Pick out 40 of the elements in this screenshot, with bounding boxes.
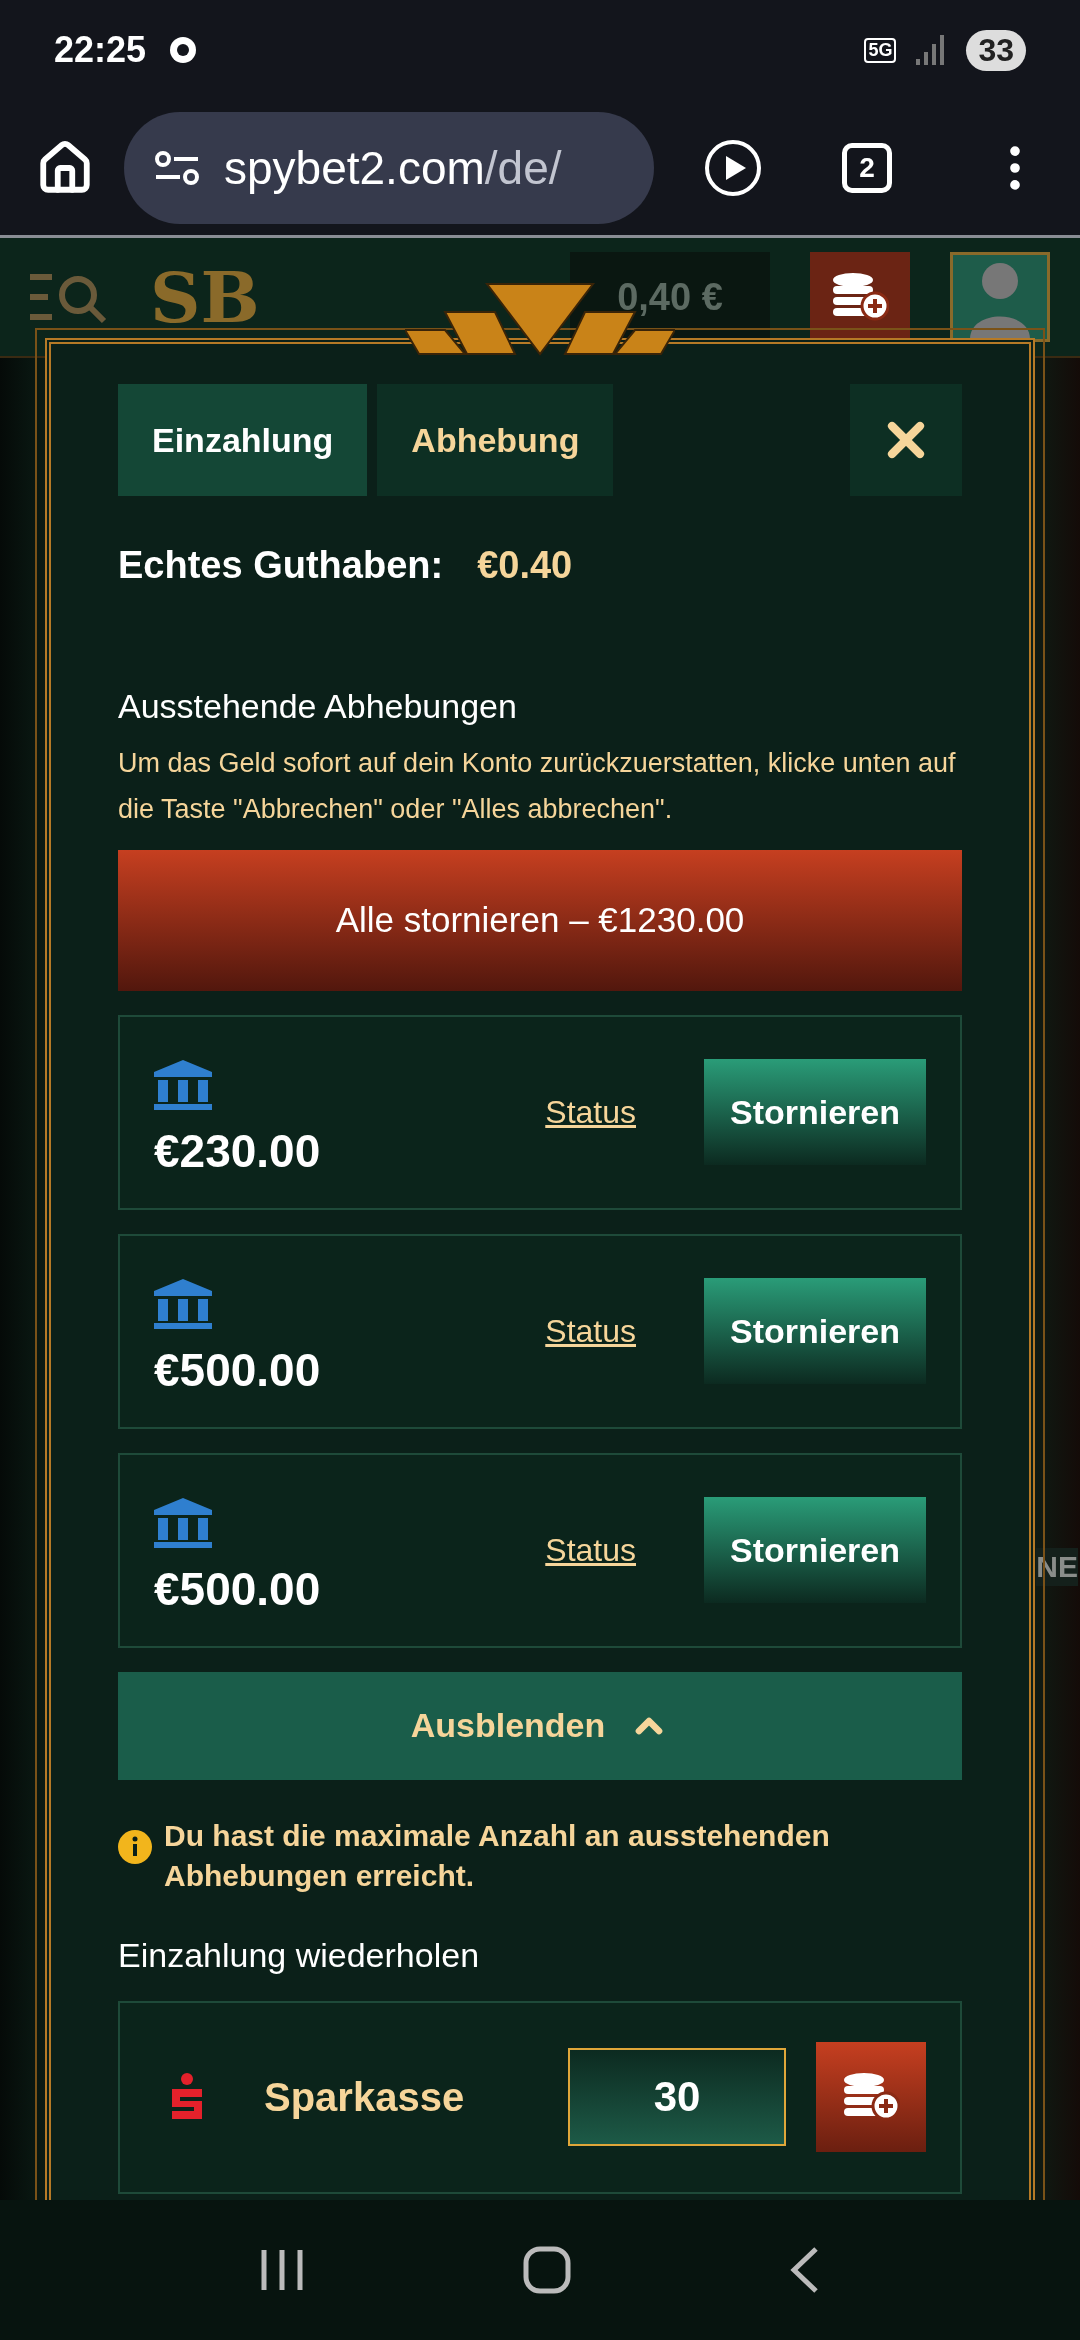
section-title: Ausstehende Abhebungen: [118, 687, 518, 726]
section-title: Einzahlung wiederholen: [118, 1935, 481, 1975]
balance-label: Echtes Guthaben:: [118, 544, 444, 587]
cancel-button[interactable]: Stornieren: [704, 1497, 926, 1604]
info-icon: [118, 1829, 152, 1864]
bank-icon: [154, 1498, 212, 1549]
bank-icon: [154, 1279, 212, 1330]
bank-logo-icon: [170, 2073, 204, 2122]
signal-icon: [916, 35, 947, 65]
battery-level: 33: [966, 29, 1026, 71]
coins-plus-icon: [831, 272, 889, 322]
deposit-button[interactable]: [816, 2042, 926, 2153]
withdrawal-amount: €500.00: [154, 1343, 322, 1398]
network-label: 5G: [864, 37, 897, 63]
tab-count[interactable]: 2: [842, 142, 892, 193]
address-bar[interactable]: spybet2.com/de/: [124, 111, 654, 224]
status-link[interactable]: Status: [545, 1531, 636, 1569]
browser-app-icon: [168, 35, 199, 65]
recent-apps-icon[interactable]: [259, 2248, 304, 2292]
home-button-icon[interactable]: [523, 2246, 571, 2294]
cancel-button[interactable]: Stornieren: [704, 1059, 926, 1166]
status-time: 22:25: [54, 29, 147, 71]
section-description: Um das Geld sofort auf dein Konto zurückzuerstatten, klicke unten auf die Taste "Abbrechen" oder "Alles abbrechen".: [118, 747, 957, 826]
cancel-button[interactable]: Stornieren: [704, 1278, 926, 1385]
method-name: Sparkasse: [264, 2074, 466, 2120]
status-link[interactable]: Status: [545, 1312, 636, 1350]
bank-icon: [154, 1060, 212, 1111]
balance-value: €0.40: [477, 544, 573, 587]
amount-field[interactable]: 30: [568, 2048, 786, 2147]
tab[interactable]: Abhebung: [377, 384, 614, 496]
close-button[interactable]: [850, 384, 962, 496]
collapse-button[interactable]: Ausblenden: [118, 1671, 962, 1780]
notice-text: Du hast die maximale Anzahl an ausstehenden Abhebungen erreicht.: [164, 1817, 831, 1894]
site-settings-icon: [154, 149, 200, 186]
cancel-all-button[interactable]: Alle stornieren – €1230.00: [118, 850, 962, 991]
play-icon[interactable]: [704, 138, 762, 197]
withdrawal-amount: €230.00: [154, 1124, 322, 1179]
status-link[interactable]: Status: [545, 1093, 636, 1131]
tab[interactable]: Einzahlung: [118, 384, 368, 496]
withdrawal-amount: €500.00: [154, 1562, 322, 1617]
